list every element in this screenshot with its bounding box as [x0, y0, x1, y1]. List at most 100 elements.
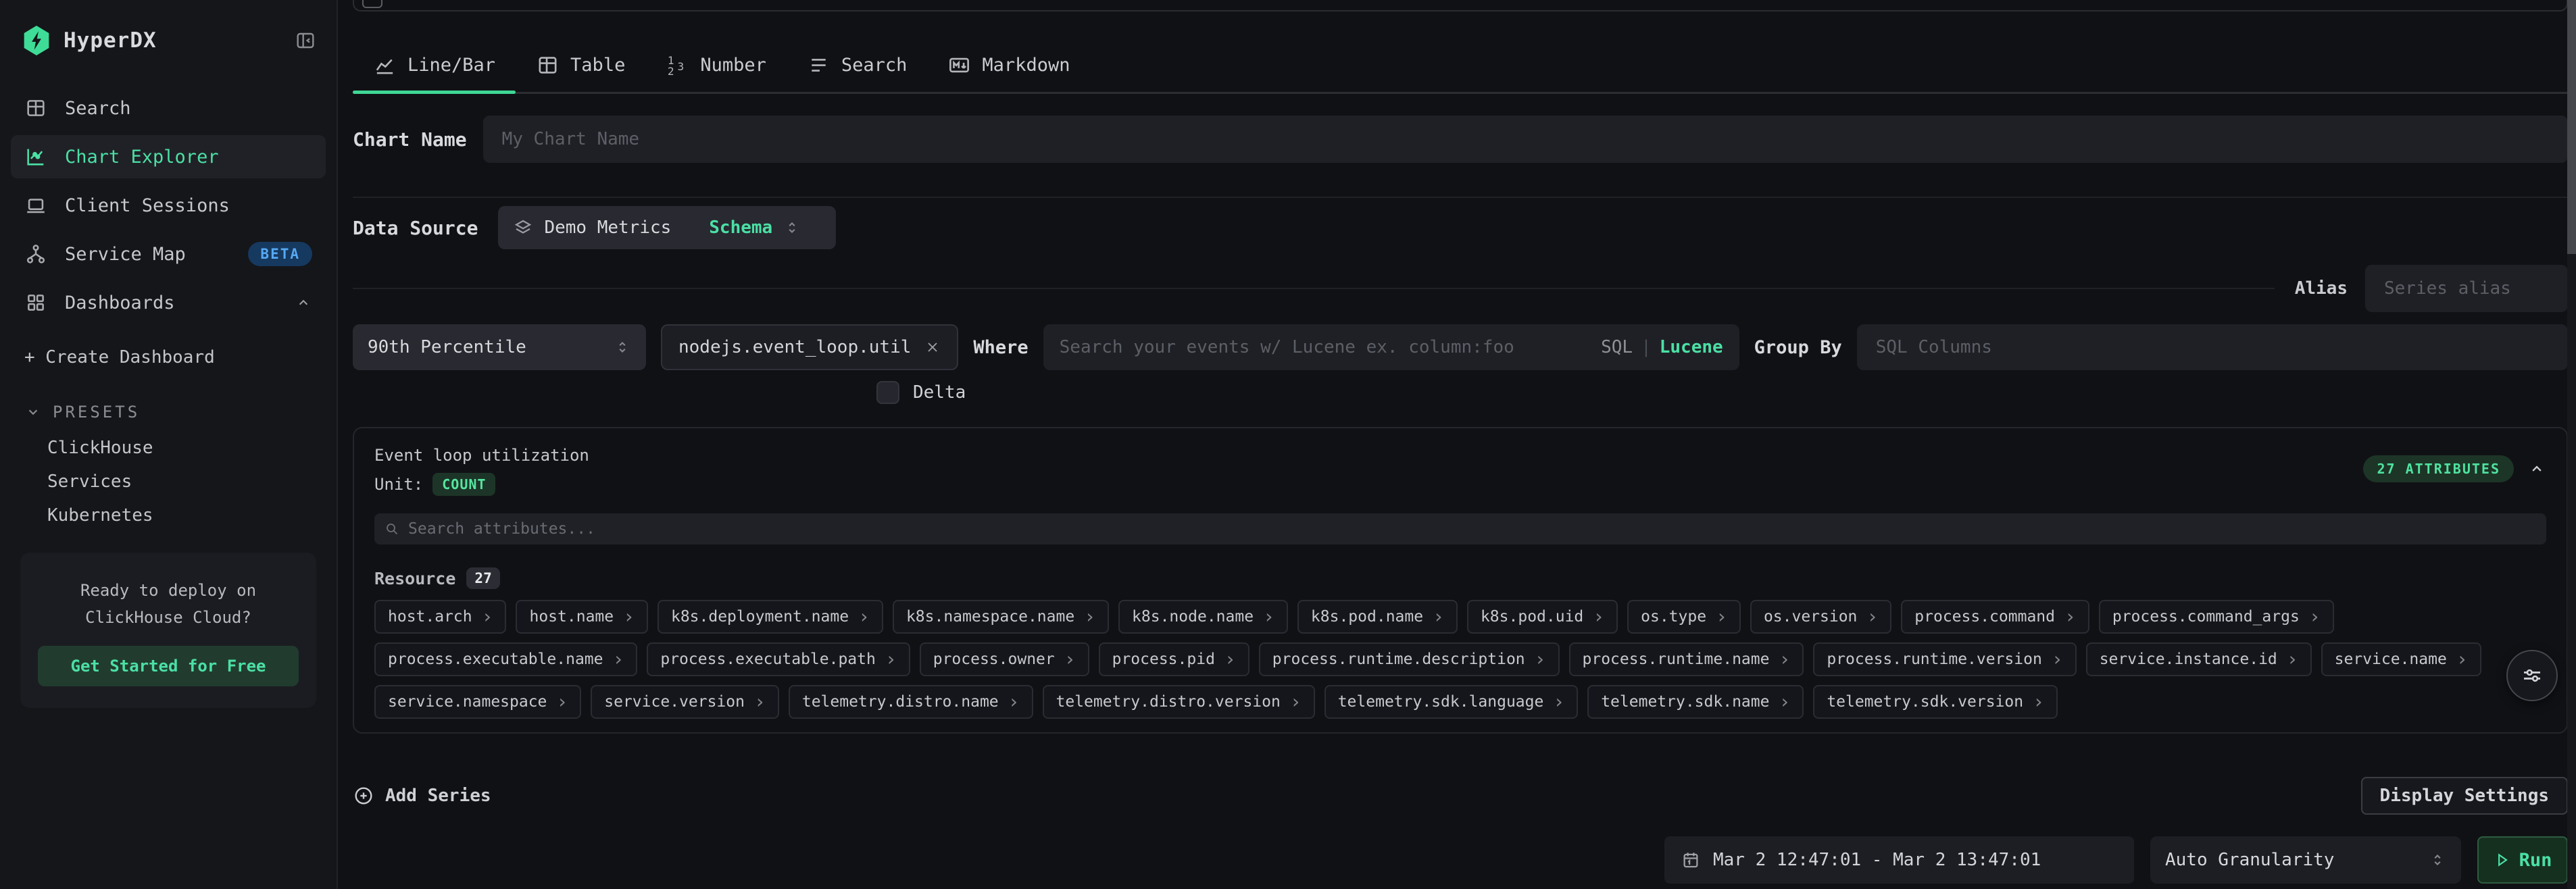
where-search-input[interactable]: Search your events w/ Lucene ex. column:… [1043, 324, 1739, 370]
query-controls-row: Mar 2 12:47:01 - Mar 2 13:47:01 Auto Gra… [353, 836, 2568, 884]
tab-table[interactable]: Table [516, 53, 645, 92]
attribute-chip[interactable]: host.name › [516, 600, 647, 634]
chevron-right-icon: › [1553, 692, 1564, 711]
create-dashboard-button[interactable]: + Create Dashboard [24, 347, 337, 367]
main-content: Line/Bar Table 1 2 3 [338, 0, 2576, 889]
attribute-chip[interactable]: os.version › [1750, 600, 1891, 634]
sidebar-item-dashboards[interactable]: Dashboards [11, 281, 326, 324]
attribute-chip[interactable]: k8s.namespace.name › [893, 600, 1109, 634]
hyperdx-logo-icon [22, 24, 51, 57]
sidebar-item-chart-explorer[interactable]: Chart Explorer [11, 135, 326, 178]
delta-label: Delta [913, 382, 966, 403]
remove-metric-icon[interactable] [924, 339, 941, 355]
chart-name-input[interactable] [483, 116, 2568, 163]
attribute-chip[interactable]: host.arch › [374, 600, 506, 634]
preset-item[interactable]: Kubernetes [0, 499, 337, 532]
attribute-chip[interactable]: k8s.node.name › [1118, 600, 1288, 634]
chevron-right-icon: › [1290, 692, 1302, 711]
add-series-button[interactable]: Add Series [353, 785, 491, 807]
attribute-chip[interactable]: service.instance.id › [2086, 642, 2312, 676]
select-updown-icon [2429, 850, 2446, 870]
tab-line-bar[interactable]: Line/Bar [353, 53, 516, 92]
clickhouse-cloud-card: Ready to deploy on ClickHouse Cloud? Get… [20, 553, 316, 708]
unit-label: Unit: [374, 475, 423, 494]
data-source-label: Data Source [353, 217, 478, 239]
chevron-right-icon: › [2309, 607, 2321, 626]
tab-search[interactable]: Search [787, 53, 928, 92]
chevron-right-icon: › [2052, 650, 2063, 669]
sidebar-item-search[interactable]: Search [11, 86, 326, 130]
attribute-chip[interactable]: process.runtime.version › [1813, 642, 2076, 676]
preset-list: ClickHouse Services Kubernetes [0, 431, 337, 532]
where-label: Where [973, 337, 1028, 358]
chart-type-tabs: Line/Bar Table 1 2 3 [353, 53, 2568, 94]
section-divider [353, 197, 2568, 198]
attribute-chip[interactable]: telemetry.distro.version › [1043, 685, 1315, 719]
chart-settings-fab[interactable] [2506, 650, 2558, 701]
preset-item[interactable]: ClickHouse [0, 431, 337, 465]
attribute-chip[interactable]: process.executable.path › [647, 642, 910, 676]
attribute-chip[interactable]: process.runtime.description › [1259, 642, 1560, 676]
group-by-label: Group By [1754, 337, 1842, 358]
attribute-chip[interactable]: service.namespace › [374, 685, 581, 719]
svg-text:2: 2 [668, 65, 674, 77]
attribute-chip[interactable]: service.version › [591, 685, 779, 719]
granularity-select[interactable]: Auto Granularity [2150, 836, 2461, 884]
time-range-value: Mar 2 12:47:01 - Mar 2 13:47:01 [1713, 850, 2041, 870]
attribute-chip[interactable]: os.type › [1627, 600, 1741, 634]
chevron-right-icon: › [1779, 692, 1790, 711]
get-started-button[interactable]: Get Started for Free [38, 646, 299, 686]
attribute-chip[interactable]: service.name › [2321, 642, 2481, 676]
plus-circle-icon [353, 785, 374, 807]
scrollbar[interactable] [2567, 0, 2576, 889]
attribute-chip[interactable]: process.command_args › [2099, 600, 2334, 634]
preset-item[interactable]: Services [0, 465, 337, 499]
chevron-right-icon: › [613, 650, 624, 669]
series-actions-row: Add Series Display Settings [353, 777, 2568, 815]
attribute-chip[interactable]: process.pid › [1099, 642, 1249, 676]
tab-markdown[interactable]: Markdown [927, 53, 1090, 92]
sidebar-item-service-map[interactable]: Service Map BETA [11, 232, 326, 276]
attribute-chip[interactable]: k8s.pod.uid › [1467, 600, 1618, 634]
metric-chip[interactable]: nodejs.event_loop.util [661, 324, 958, 370]
list-icon [807, 53, 831, 77]
clipped-chart-container [353, 0, 2568, 11]
scrollbar-thumb[interactable] [2567, 0, 2576, 254]
attribute-chip[interactable]: telemetry.distro.name › [789, 685, 1033, 719]
tab-number[interactable]: 1 2 3 Number [645, 53, 787, 92]
attribute-chip[interactable]: process.executable.name › [374, 642, 637, 676]
select-updown-icon [614, 337, 631, 357]
attribute-chip[interactable]: process.command › [1901, 600, 2089, 634]
sql-toggle-option[interactable]: SQL [1601, 337, 1633, 357]
attribute-chip[interactable]: telemetry.sdk.version › [1813, 685, 2058, 719]
play-icon [2494, 851, 2511, 869]
chevron-right-icon: › [623, 607, 635, 626]
sidebar-item-client-sessions[interactable]: Client Sessions [11, 184, 326, 227]
data-source-select[interactable]: Demo Metrics Schema [498, 206, 836, 249]
group-by-input[interactable] [1857, 324, 2568, 370]
chevron-right-icon: › [1064, 650, 1076, 669]
collapse-panel-icon[interactable] [2527, 459, 2546, 478]
run-button[interactable]: Run [2477, 836, 2568, 884]
time-range-picker[interactable]: Mar 2 12:47:01 - Mar 2 13:47:01 [1664, 836, 2134, 884]
chevron-up-icon[interactable] [295, 294, 312, 311]
attribute-chip[interactable]: process.runtime.name › [1569, 642, 1804, 676]
lucene-toggle-option[interactable]: Lucene [1660, 337, 1723, 357]
attribute-chip[interactable]: k8s.pod.name › [1297, 600, 1458, 634]
where-placeholder: Search your events w/ Lucene ex. column:… [1060, 337, 1514, 357]
presets-toggle[interactable]: PRESETS [24, 403, 337, 422]
attribute-chip[interactable]: telemetry.sdk.name › [1587, 685, 1804, 719]
schema-link[interactable]: Schema [709, 218, 772, 238]
delta-checkbox[interactable] [876, 381, 899, 404]
display-settings-button[interactable]: Display Settings [2361, 777, 2568, 815]
attribute-search[interactable] [374, 513, 2546, 544]
collapse-sidebar-icon[interactable] [295, 30, 316, 51]
table-icon [536, 53, 560, 77]
aggregation-select[interactable]: 90th Percentile [353, 324, 646, 370]
attribute-search-input[interactable] [408, 520, 2537, 538]
alias-input[interactable] [2365, 265, 2568, 312]
chart-line-icon [24, 145, 47, 168]
attribute-chip[interactable]: k8s.deployment.name › [658, 600, 883, 634]
attribute-chip[interactable]: telemetry.sdk.language › [1324, 685, 1579, 719]
attribute-chip[interactable]: process.owner › [920, 642, 1089, 676]
